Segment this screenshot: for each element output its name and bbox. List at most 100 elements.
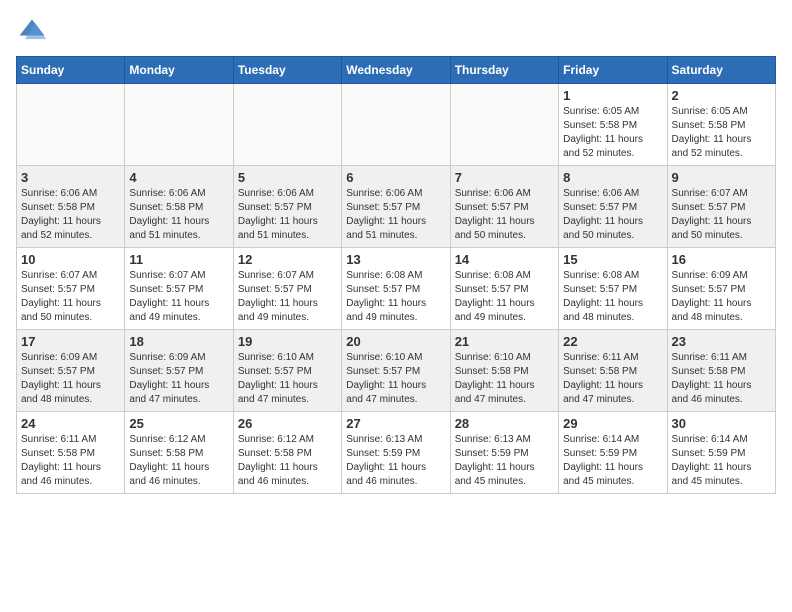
calendar-day: 16 Sunrise: 6:09 AM Sunset: 5:57 PM Dayli… (667, 248, 775, 330)
day-number: 6 (346, 170, 445, 185)
day-info: Sunrise: 6:06 AM Sunset: 5:57 PM Dayligh… (455, 187, 554, 243)
calendar-day (125, 84, 233, 166)
calendar-day (233, 84, 341, 166)
calendar-day: 9 Sunrise: 6:07 AM Sunset: 5:57 PM Daylig… (667, 166, 775, 248)
day-number: 25 (129, 416, 228, 431)
logo-icon (16, 16, 48, 48)
day-info: Sunrise: 6:07 AM Sunset: 5:57 PM Dayligh… (21, 269, 120, 325)
calendar-day: 12 Sunrise: 6:07 AM Sunset: 5:57 PM Dayli… (233, 248, 341, 330)
day-number: 20 (346, 334, 445, 349)
day-info: Sunrise: 6:05 AM Sunset: 5:58 PM Dayligh… (563, 105, 662, 161)
day-info: Sunrise: 6:10 AM Sunset: 5:57 PM Dayligh… (238, 351, 337, 407)
day-number: 23 (672, 334, 771, 349)
calendar-day: 27 Sunrise: 6:13 AM Sunset: 5:59 PM Dayli… (342, 412, 450, 494)
calendar-week-row: 10 Sunrise: 6:07 AM Sunset: 5:57 PM Dayli… (17, 248, 776, 330)
day-info: Sunrise: 6:06 AM Sunset: 5:58 PM Dayligh… (129, 187, 228, 243)
day-info: Sunrise: 6:09 AM Sunset: 5:57 PM Dayligh… (672, 269, 771, 325)
day-info: Sunrise: 6:08 AM Sunset: 5:57 PM Dayligh… (563, 269, 662, 325)
calendar-day: 19 Sunrise: 6:10 AM Sunset: 5:57 PM Dayli… (233, 330, 341, 412)
calendar-day: 18 Sunrise: 6:09 AM Sunset: 5:57 PM Dayli… (125, 330, 233, 412)
calendar-day: 13 Sunrise: 6:08 AM Sunset: 5:57 PM Dayli… (342, 248, 450, 330)
calendar-day: 30 Sunrise: 6:14 AM Sunset: 5:59 PM Dayli… (667, 412, 775, 494)
day-number: 5 (238, 170, 337, 185)
day-info: Sunrise: 6:07 AM Sunset: 5:57 PM Dayligh… (672, 187, 771, 243)
calendar-day: 26 Sunrise: 6:12 AM Sunset: 5:58 PM Dayli… (233, 412, 341, 494)
day-number: 18 (129, 334, 228, 349)
day-number: 29 (563, 416, 662, 431)
day-info: Sunrise: 6:14 AM Sunset: 5:59 PM Dayligh… (563, 433, 662, 489)
day-number: 7 (455, 170, 554, 185)
day-number: 27 (346, 416, 445, 431)
day-info: Sunrise: 6:06 AM Sunset: 5:58 PM Dayligh… (21, 187, 120, 243)
calendar-day (450, 84, 558, 166)
day-info: Sunrise: 6:07 AM Sunset: 5:57 PM Dayligh… (238, 269, 337, 325)
calendar-day: 6 Sunrise: 6:06 AM Sunset: 5:57 PM Daylig… (342, 166, 450, 248)
day-info: Sunrise: 6:06 AM Sunset: 5:57 PM Dayligh… (238, 187, 337, 243)
day-number: 19 (238, 334, 337, 349)
calendar-day (342, 84, 450, 166)
day-number: 11 (129, 252, 228, 267)
calendar-day: 11 Sunrise: 6:07 AM Sunset: 5:57 PM Dayli… (125, 248, 233, 330)
calendar-header-row: SundayMondayTuesdayWednesdayThursdayFrid… (17, 57, 776, 84)
day-number: 17 (21, 334, 120, 349)
day-header-thursday: Thursday (450, 57, 558, 84)
day-header-monday: Monday (125, 57, 233, 84)
calendar-week-row: 3 Sunrise: 6:06 AM Sunset: 5:58 PM Daylig… (17, 166, 776, 248)
calendar-day: 25 Sunrise: 6:12 AM Sunset: 5:58 PM Dayli… (125, 412, 233, 494)
day-number: 9 (672, 170, 771, 185)
calendar-day (17, 84, 125, 166)
calendar-day: 17 Sunrise: 6:09 AM Sunset: 5:57 PM Dayli… (17, 330, 125, 412)
page-header (16, 16, 776, 48)
day-header-saturday: Saturday (667, 57, 775, 84)
calendar-week-row: 1 Sunrise: 6:05 AM Sunset: 5:58 PM Daylig… (17, 84, 776, 166)
day-info: Sunrise: 6:08 AM Sunset: 5:57 PM Dayligh… (455, 269, 554, 325)
day-info: Sunrise: 6:07 AM Sunset: 5:57 PM Dayligh… (129, 269, 228, 325)
day-number: 12 (238, 252, 337, 267)
day-number: 22 (563, 334, 662, 349)
day-info: Sunrise: 6:11 AM Sunset: 5:58 PM Dayligh… (563, 351, 662, 407)
calendar-day: 15 Sunrise: 6:08 AM Sunset: 5:57 PM Dayli… (559, 248, 667, 330)
logo (16, 16, 52, 48)
day-info: Sunrise: 6:10 AM Sunset: 5:58 PM Dayligh… (455, 351, 554, 407)
day-number: 16 (672, 252, 771, 267)
calendar-week-row: 17 Sunrise: 6:09 AM Sunset: 5:57 PM Dayli… (17, 330, 776, 412)
day-header-sunday: Sunday (17, 57, 125, 84)
day-number: 1 (563, 88, 662, 103)
day-info: Sunrise: 6:08 AM Sunset: 5:57 PM Dayligh… (346, 269, 445, 325)
day-info: Sunrise: 6:11 AM Sunset: 5:58 PM Dayligh… (21, 433, 120, 489)
day-info: Sunrise: 6:09 AM Sunset: 5:57 PM Dayligh… (21, 351, 120, 407)
calendar-day: 8Sunrise: 6:06 AM Sunset: 5:57 PM Daylig… (559, 166, 667, 248)
calendar-day: 10 Sunrise: 6:07 AM Sunset: 5:57 PM Dayli… (17, 248, 125, 330)
day-number: 3 (21, 170, 120, 185)
day-number: 26 (238, 416, 337, 431)
day-info: Sunrise: 6:09 AM Sunset: 5:57 PM Dayligh… (129, 351, 228, 407)
day-info: Sunrise: 6:13 AM Sunset: 5:59 PM Dayligh… (346, 433, 445, 489)
day-number: 28 (455, 416, 554, 431)
day-number: 14 (455, 252, 554, 267)
calendar-day: 21 Sunrise: 6:10 AM Sunset: 5:58 PM Dayli… (450, 330, 558, 412)
calendar-day: 24 Sunrise: 6:11 AM Sunset: 5:58 PM Dayli… (17, 412, 125, 494)
day-header-friday: Friday (559, 57, 667, 84)
day-info: Sunrise: 6:14 AM Sunset: 5:59 PM Dayligh… (672, 433, 771, 489)
day-info: Sunrise: 6:05 AM Sunset: 5:58 PM Dayligh… (672, 105, 771, 161)
day-number: 10 (21, 252, 120, 267)
day-info: Sunrise: 6:12 AM Sunset: 5:58 PM Dayligh… (129, 433, 228, 489)
day-number: 30 (672, 416, 771, 431)
day-number: 15 (563, 252, 662, 267)
day-number: 13 (346, 252, 445, 267)
calendar-day: 23 Sunrise: 6:11 AM Sunset: 5:58 PM Dayli… (667, 330, 775, 412)
calendar-day: 7 Sunrise: 6:06 AM Sunset: 5:57 PM Daylig… (450, 166, 558, 248)
calendar: SundayMondayTuesdayWednesdayThursdayFrid… (16, 56, 776, 494)
day-info: Sunrise: 6:06 AM Sunset: 5:57 PM Dayligh… (563, 187, 662, 243)
day-info: Sunrise: 6:10 AM Sunset: 5:57 PM Dayligh… (346, 351, 445, 407)
day-info: Sunrise: 6:11 AM Sunset: 5:58 PM Dayligh… (672, 351, 771, 407)
day-number: 2 (672, 88, 771, 103)
calendar-day: 22 Sunrise: 6:11 AM Sunset: 5:58 PM Dayli… (559, 330, 667, 412)
day-info: Sunrise: 6:13 AM Sunset: 5:59 PM Dayligh… (455, 433, 554, 489)
day-number: 4 (129, 170, 228, 185)
day-info: Sunrise: 6:06 AM Sunset: 5:57 PM Dayligh… (346, 187, 445, 243)
day-number: 21 (455, 334, 554, 349)
day-number: 24 (21, 416, 120, 431)
day-info: Sunrise: 6:12 AM Sunset: 5:58 PM Dayligh… (238, 433, 337, 489)
day-header-wednesday: Wednesday (342, 57, 450, 84)
